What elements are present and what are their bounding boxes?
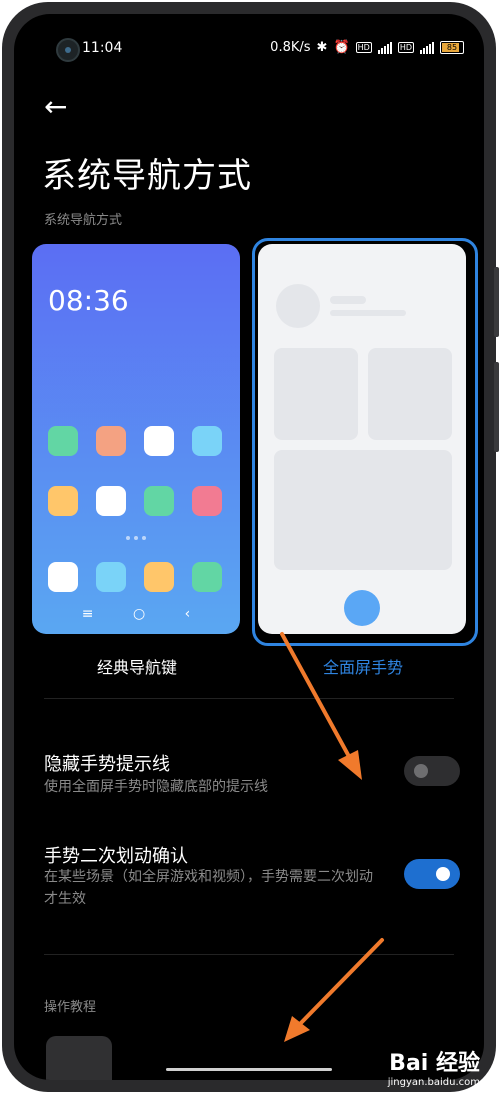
watermark-url: jingyan.baidu.com [387, 1077, 480, 1088]
arrow-shaft-upper [280, 632, 354, 764]
watermark-brand: Bai 经验 [389, 1051, 480, 1076]
arrow-head-upper [338, 750, 362, 780]
arrow-shaft-lower [296, 938, 384, 1028]
baidu-watermark: Bai 经验 jingyan.baidu.com [388, 1045, 480, 1088]
annotation-arrows [280, 632, 384, 1042]
